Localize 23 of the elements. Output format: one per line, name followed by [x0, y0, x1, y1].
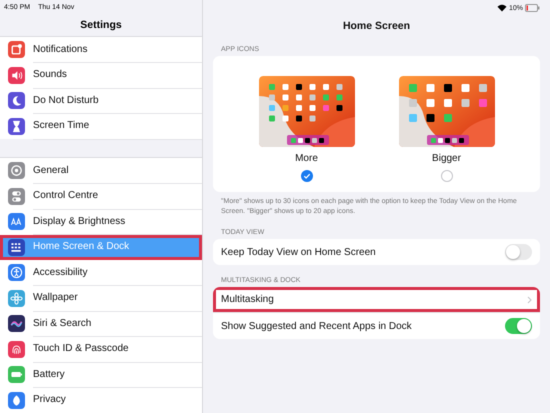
settings-row[interactable]: Multitasking — [213, 287, 540, 314]
toggle-switch[interactable] — [505, 318, 532, 334]
battery-icon — [525, 4, 540, 12]
page-title: Home Screen — [342, 19, 412, 34]
sidebar-item[interactable]: Touch ID & Passcode — [0, 336, 202, 362]
sidebar-item[interactable]: Battery — [0, 362, 202, 388]
sidebar-item[interactable]: Siri & Search — [0, 311, 202, 336]
toggle-switch[interactable] — [505, 244, 532, 260]
sidebar-item[interactable]: Do Not Disturb — [0, 88, 202, 114]
sidebar-item[interactable]: Wallpaper — [0, 286, 202, 311]
sidebar-item[interactable]: Accessibility — [0, 260, 202, 286]
settings-row[interactable]: Keep Today View on Home Screen — [213, 239, 540, 266]
icon-size-option[interactable]: More — [258, 76, 354, 182]
wifi-icon — [496, 4, 507, 12]
settings-row[interactable]: Show Suggested and Recent Apps in Dock — [213, 313, 540, 340]
sidebar-item[interactable]: Privacy — [0, 388, 202, 413]
sidebar-item[interactable]: Screen Time — [0, 114, 202, 139]
icon-size-option[interactable]: Bigger — [398, 76, 494, 182]
sidebar-item[interactable]: Control Centre — [0, 184, 202, 209]
chevron-icon — [527, 296, 532, 304]
sidebar-item[interactable]: General — [0, 158, 202, 184]
sidebar-item[interactable]: Notifications — [0, 37, 202, 62]
sidebar-item[interactable]: Sounds — [0, 62, 202, 88]
